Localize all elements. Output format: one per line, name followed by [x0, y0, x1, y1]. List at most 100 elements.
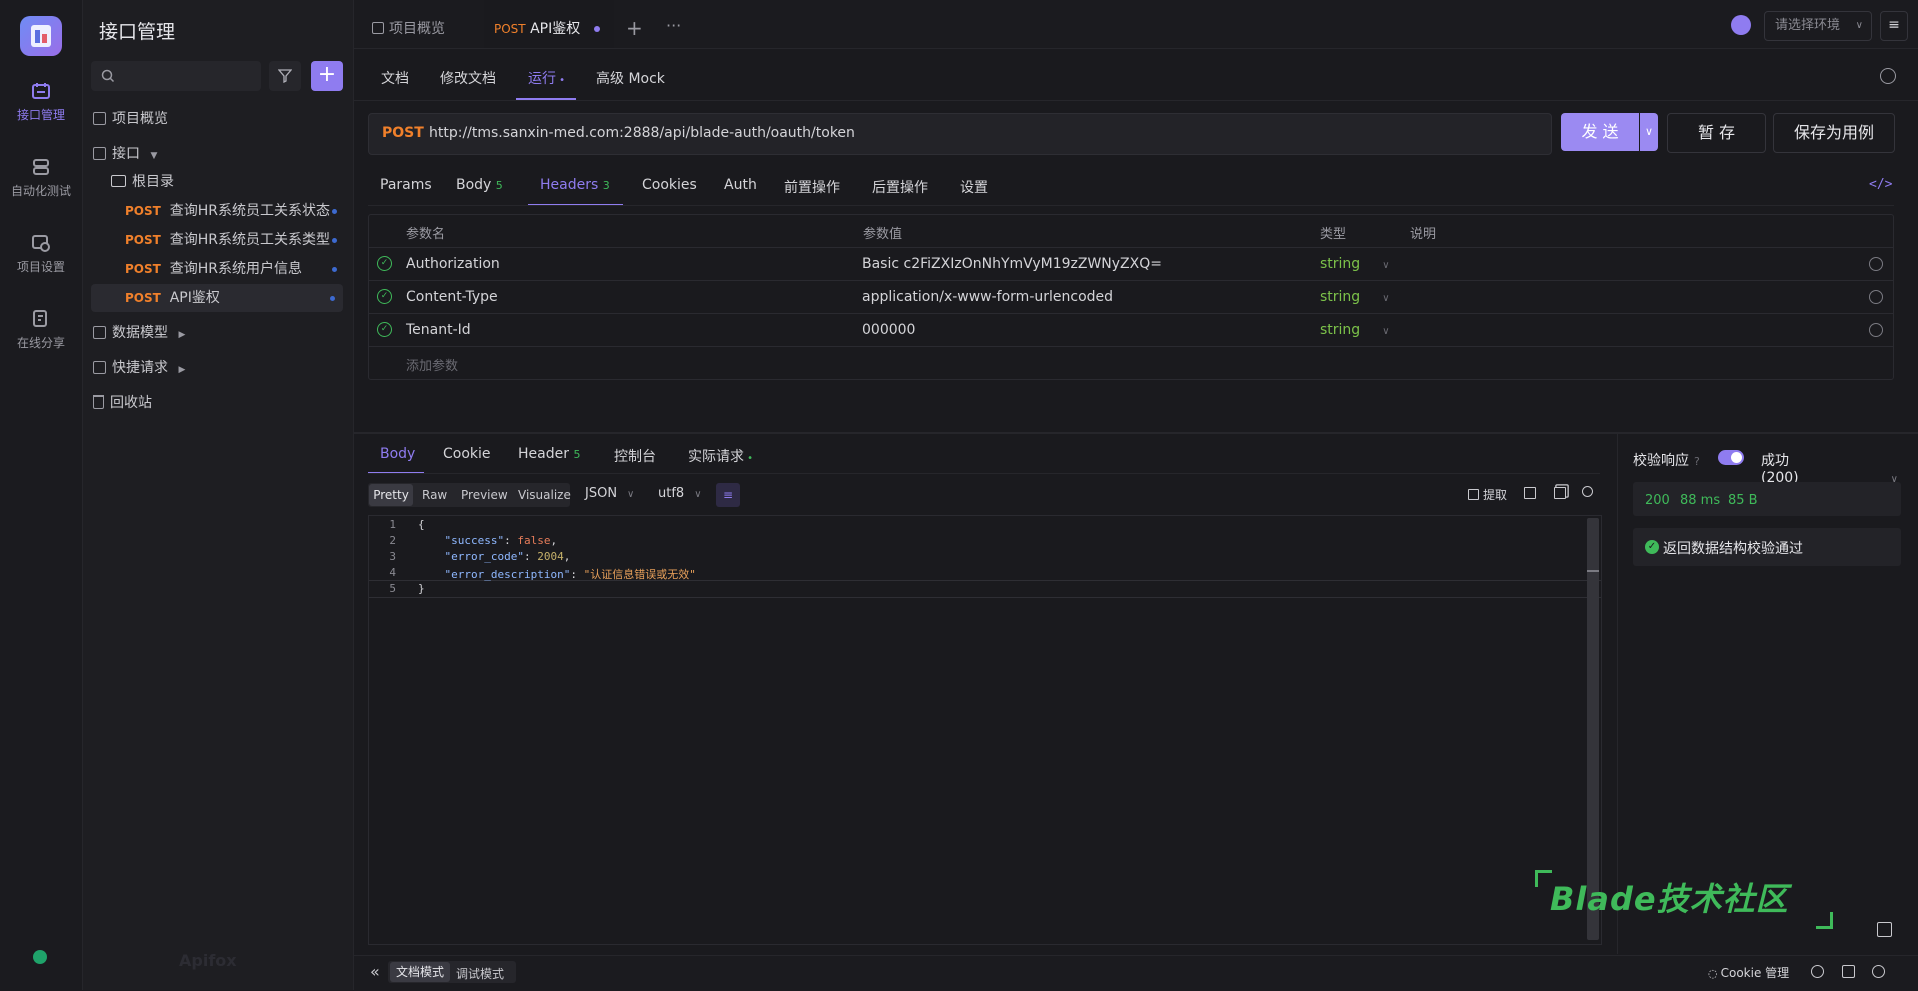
- upload-icon[interactable]: [1811, 965, 1824, 978]
- rail-label: 自动化测试: [10, 184, 71, 198]
- tree-group-quick-request[interactable]: 快捷请求 ▶: [93, 354, 345, 382]
- header-name-input[interactable]: Authorization: [406, 256, 500, 272]
- rail-item-online-share[interactable]: 在线分享: [0, 310, 82, 351]
- resp-tab-console[interactable]: 控制台: [614, 446, 656, 466]
- tab-doc[interactable]: 文档: [381, 68, 409, 88]
- doc-mode-button[interactable]: 文档模式: [390, 962, 450, 982]
- encoding-select[interactable]: utf8 ∨: [658, 486, 702, 501]
- download-icon[interactable]: [1524, 487, 1536, 499]
- menu-button[interactable]: ≡: [1880, 11, 1908, 41]
- tree-item-hr-relation-status[interactable]: POST 查询HR系统员工关系状态: [93, 197, 345, 225]
- tab-settings[interactable]: 设置: [960, 177, 988, 197]
- remove-row-icon[interactable]: [1869, 257, 1883, 271]
- help-icon[interactable]: [1872, 965, 1885, 978]
- more-icon: ···: [666, 16, 682, 35]
- tab-params[interactable]: Params: [380, 177, 432, 193]
- copy-icon[interactable]: [1554, 487, 1566, 499]
- new-tab-button[interactable]: +: [626, 0, 643, 48]
- add-button[interactable]: +: [311, 61, 343, 91]
- app-logo[interactable]: [20, 16, 62, 56]
- env-sync-icon[interactable]: [1731, 15, 1751, 35]
- remove-row-icon[interactable]: [1869, 323, 1883, 337]
- header-type-select[interactable]: string ∨: [1320, 322, 1390, 338]
- add-param-input[interactable]: 添加参数: [406, 355, 458, 374]
- rail-item-automation[interactable]: 自动化测试: [0, 158, 82, 199]
- request-url-input[interactable]: http://tms.sanxin-med.com:2888/api/blade…: [429, 125, 855, 141]
- collapse-sidebar-icon[interactable]: «: [370, 962, 380, 981]
- search-icon[interactable]: [1582, 486, 1593, 497]
- request-method-select[interactable]: POST: [382, 125, 424, 141]
- row-enabled-checkbox[interactable]: ✓: [377, 289, 392, 304]
- tree-group-api[interactable]: 接口 ▼: [93, 140, 345, 168]
- api-folder-icon: [93, 146, 106, 160]
- tab-body[interactable]: Body 5: [456, 177, 503, 193]
- row-enabled-checkbox[interactable]: ✓: [377, 256, 392, 271]
- status-code: 200: [1645, 493, 1670, 508]
- validation-toggle[interactable]: [1718, 450, 1744, 465]
- view-mode-raw[interactable]: Raw: [422, 488, 447, 502]
- headers-table: [368, 214, 1894, 380]
- tree-item-overview[interactable]: 项目概览: [93, 105, 345, 133]
- rail-item-api-management[interactable]: 接口管理: [0, 82, 82, 123]
- view-mode-visualize[interactable]: Visualize: [518, 488, 571, 502]
- rail-item-project-settings[interactable]: 项目设置: [0, 234, 82, 275]
- plus-icon: +: [626, 16, 643, 40]
- send-button[interactable]: 发 送: [1561, 113, 1639, 151]
- resp-tab-header[interactable]: Header 5: [518, 446, 580, 462]
- header-name-input[interactable]: Content-Type: [406, 289, 498, 305]
- header-value-input[interactable]: Basic c2FiZXIzOnNhYmVyM19zZWNyZXQ=: [862, 256, 1162, 272]
- tab-cookies[interactable]: Cookies: [642, 177, 697, 193]
- tree-item-api-auth[interactable]: POST API鉴权: [91, 284, 343, 312]
- header-value-input[interactable]: application/x-www-form-urlencoded: [862, 289, 1113, 305]
- header-name-input[interactable]: Tenant-Id: [406, 322, 471, 338]
- tab-api-auth[interactable]: POST API鉴权: [484, 0, 614, 48]
- code-view-icon[interactable]: </>: [1869, 177, 1892, 192]
- resp-tab-actual-request[interactable]: 实际请求 •: [688, 446, 753, 466]
- tree-item-recycle-bin[interactable]: 回收站: [93, 389, 345, 417]
- tab-pre-processors[interactable]: 前置操作: [784, 177, 840, 197]
- filter-button[interactable]: [269, 61, 301, 91]
- shirt-theme-icon[interactable]: [1842, 965, 1855, 978]
- url-bar[interactable]: POST http://tms.sanxin-med.com:2888/api/…: [368, 113, 1552, 155]
- sync-status-icon[interactable]: [33, 950, 47, 964]
- tree-item-hr-relation-type[interactable]: POST 查询HR系统员工关系类型: [93, 226, 345, 254]
- tab-project-overview[interactable]: 项目概览: [372, 0, 445, 48]
- tag-edit-icon[interactable]: [1880, 68, 1896, 84]
- remove-row-icon[interactable]: [1869, 290, 1883, 304]
- validation-status-select[interactable]: 成功 (200) ∨: [1761, 450, 1918, 486]
- tab-run[interactable]: 运行 •: [528, 68, 565, 88]
- response-time: 88 ms: [1680, 493, 1721, 508]
- tab-auth[interactable]: Auth: [724, 177, 757, 193]
- tab-edit-doc[interactable]: 修改文档: [440, 68, 496, 88]
- tree-search-input[interactable]: [91, 61, 261, 91]
- tab-headers[interactable]: Headers 3: [540, 177, 610, 193]
- current-line-highlight: [369, 580, 1601, 598]
- environment-select[interactable]: 请选择环境 ∨: [1764, 11, 1872, 41]
- chevron-down-icon: ∨: [1382, 260, 1390, 271]
- tree-group-data-model[interactable]: 数据模型 ▶: [93, 319, 345, 347]
- tree-item-hr-user-info[interactable]: POST 查询HR系统用户信息: [93, 255, 345, 283]
- save-draft-button[interactable]: 暂 存: [1667, 113, 1766, 153]
- tab-post-processors[interactable]: 后置操作: [872, 177, 928, 197]
- header-type-select[interactable]: string ∨: [1320, 289, 1390, 305]
- header-value-input[interactable]: 000000: [862, 322, 915, 338]
- tree-folder-root[interactable]: 根目录: [111, 168, 345, 196]
- tab-advanced-mock[interactable]: 高级 Mock: [596, 68, 665, 88]
- more-tabs-button[interactable]: ···: [666, 0, 681, 48]
- cookie-manager-button[interactable]: ◌ Cookie 管理: [1708, 964, 1789, 981]
- view-mode-preview[interactable]: Preview: [461, 488, 508, 502]
- extract-icon: [1468, 489, 1479, 500]
- send-options-button[interactable]: ∨: [1640, 113, 1658, 151]
- panel-splitter[interactable]: [354, 432, 1918, 434]
- resp-tab-cookie[interactable]: Cookie: [443, 446, 491, 462]
- header-type-select[interactable]: string ∨: [1320, 256, 1390, 272]
- extract-button[interactable]: 提取: [1468, 486, 1507, 503]
- row-enabled-checkbox[interactable]: ✓: [377, 322, 392, 337]
- resp-tab-body[interactable]: Body: [380, 446, 415, 462]
- layout-toggle-icon[interactable]: [1877, 922, 1892, 937]
- view-mode-pretty[interactable]: Pretty: [369, 484, 413, 506]
- debug-mode-button[interactable]: 调试模式: [456, 965, 504, 982]
- word-wrap-button[interactable]: ≡: [716, 483, 740, 507]
- save-as-case-button[interactable]: 保存为用例: [1773, 113, 1895, 153]
- format-select[interactable]: JSON ∨: [585, 486, 634, 501]
